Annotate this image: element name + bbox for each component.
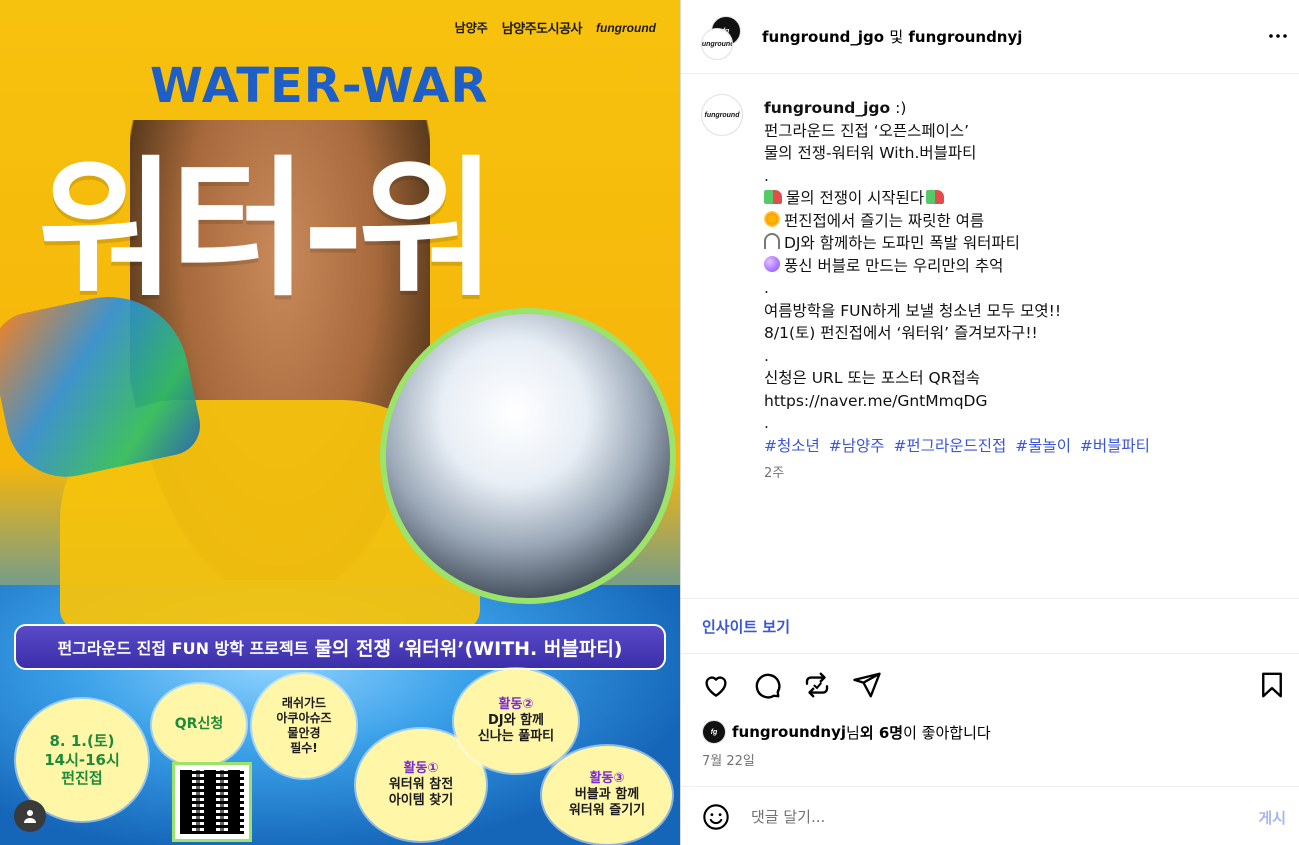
likes-summary: fg fungroundnyj 님 외 6명 이 좋아합니다 [702,720,991,744]
logo-funground: funground [596,20,656,35]
poster-title-en: WATER-WAR [150,58,489,114]
caption-text: :) [895,99,907,117]
post-authors: funground_jgo 및 fungroundnyj [762,26,1022,47]
headphone-icon [764,233,780,249]
banner-subtitle: 펀그라운드 진접 FUN 방학 프로젝트 [57,639,309,658]
bubble-photo [380,308,676,604]
author-joiner: 및 [889,28,904,46]
bubbles-icon [764,255,780,272]
collab-avatars[interactable]: fg funground [701,16,745,60]
caption-line: 풍신 버블로 만드는 우리만의 추억 [764,255,1274,278]
comment-box: 게시 [681,786,1299,845]
liker-username[interactable]: fungroundnyj [732,723,846,741]
post-comment-button[interactable]: 게시 [1258,807,1286,828]
poster-logos: 남양주 남양주도시공사 funground [455,18,656,37]
avatar[interactable]: funground [701,94,743,136]
post-date[interactable]: 7월 22일 [702,750,755,769]
burst-qr: QR신청 [158,690,240,760]
author-link[interactable]: funground_jgo [762,28,884,46]
save-button[interactable] [1257,670,1287,700]
water-gun-icon [764,190,782,204]
like-button[interactable] [701,670,731,700]
avatar[interactable]: fg [702,720,726,744]
hashtag-link[interactable]: #청소년 [764,437,820,455]
hashtag-link[interactable]: #버블파티 [1080,437,1150,455]
caption-line: . [764,166,769,185]
caption-username[interactable]: funground_jgo [764,99,890,117]
poster-banner: 펀그라운드 진접 FUN 방학 프로젝트 물의 전쟁 ‘워터워’(WITH. 버… [14,624,666,670]
caption-line: 여름방학을 FUN하게 보낼 청소년 모두 모엿!! [764,301,1062,320]
post-header: fg funground funground_jgo 및 fungroundny… [681,0,1299,74]
caption-line: . [764,414,769,432]
post-panel: fg funground funground_jgo 및 fungroundny… [680,0,1299,845]
bookmark-icon [1262,672,1282,698]
repost-icon [805,672,829,698]
caption-line: 물의 전쟁-워터워 With.버블파티 [764,144,977,162]
burst-activity-2: 활동② DJ와 함께 신나는 풀파티 [460,675,572,767]
burst-date: 8. 1.(토) 14시-16시 펀진접 [22,705,142,815]
caption-line: 신청은 URL 또는 포스터 QR접속 [764,369,981,387]
tagged-user-button[interactable] [14,800,46,832]
heart-icon [705,676,727,697]
caption-time[interactable]: 2주 [764,463,1274,486]
comment-button[interactable] [752,670,782,700]
logo-namyangju-corp: 남양주도시공사 [501,21,583,36]
more-horizontal-icon [1269,34,1287,38]
hashtag-link[interactable]: #물놀이 [1015,437,1071,455]
user-icon [24,810,36,823]
hashtag-link[interactable]: #남양주 [829,437,885,455]
share-button[interactable] [852,670,882,700]
logo-namyangju: 남양주 [454,21,488,35]
emoji-button[interactable] [702,803,730,831]
comment-icon [755,673,781,699]
caption-line: . [764,279,769,297]
post-caption: funground_jgo :) 펀그라운드 진접 ‘오픈스페이스’ 물의 전쟁… [764,97,1274,486]
repost-button[interactable] [802,670,832,700]
caption-line: 펀진접에서 즐기는 짜릿한 여름 [764,210,1274,233]
hashtags: #청소년 #남양주 #펀그라운드진접 #물놀이 #버블파티 [764,435,1274,458]
water-gun-icon [926,190,945,204]
post-image[interactable]: 남양주 남양주도시공사 funground WATER-WAR 워터-워 펀그라… [0,0,680,845]
comment-input[interactable] [751,801,1231,833]
caption-line: . [764,346,769,365]
burst-activity-1: 활동① 워터워 참전 아이템 찾기 [362,735,480,835]
caption-url: https://naver.me/GntMmqDG [764,391,988,410]
caption-line: 펀그라운드 진접 ‘오픈스페이스’ [764,121,970,140]
burst-activity-3: 활동③ 버블과 함께 워터워 즐기기 [548,752,666,838]
sun-icon [764,210,780,227]
burst-gear: 래쉬가드 아쿠아슈즈 물안경 필수! [258,680,350,772]
banner-title: 물의 전쟁 ‘워터워’(WITH. 버블파티) [314,637,623,660]
action-bar [681,666,1299,706]
poster-title-ko: 워터-워 [38,143,496,317]
likes-others-link[interactable]: 외 6명 [860,722,903,743]
author-link[interactable]: fungroundnyj [908,28,1022,46]
send-icon [853,672,881,698]
view-insights-link[interactable]: 인사이트 보기 [681,598,1299,654]
hashtag-link[interactable]: #펀그라운드진접 [893,437,1006,455]
caption-line: 물의 전쟁이 시작된다 [764,187,1274,210]
qr-code [172,762,252,842]
avatar[interactable]: funground [701,28,733,60]
caption-line: DJ와 함께하는 도파민 폭발 워터파티 [764,232,1274,255]
caption-line: 8/1(토) 펀진접에서 ‘워터워’ 즐겨보자구!! [764,324,1038,342]
more-options-button[interactable] [1266,24,1290,53]
smiley-icon [703,804,729,830]
